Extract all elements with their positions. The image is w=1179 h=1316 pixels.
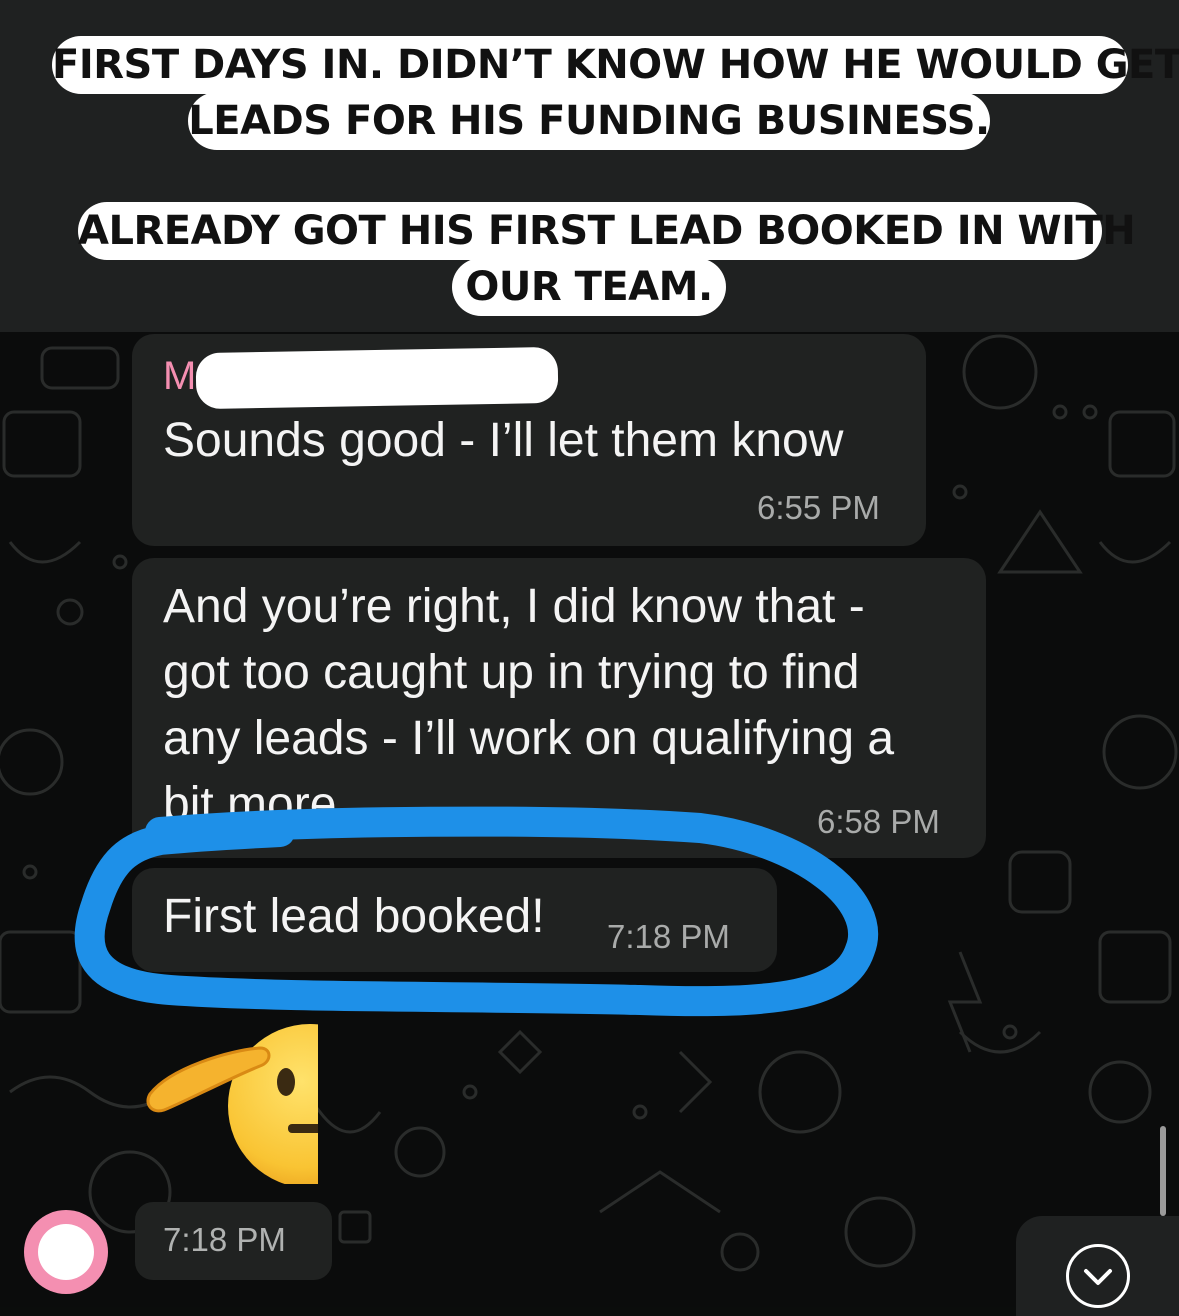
message-time-1: 6:55 PM bbox=[757, 489, 880, 526]
avatar-redacted bbox=[38, 1224, 94, 1280]
scrollbar[interactable] bbox=[1160, 1126, 1166, 1216]
saluting-face-emoji[interactable] bbox=[140, 1018, 320, 1184]
message-text-1: Sounds good - I’ll let them know bbox=[163, 414, 844, 467]
redacted-name bbox=[195, 346, 559, 410]
sender-name[interactable]: M bbox=[163, 352, 196, 400]
scroll-to-bottom-button[interactable] bbox=[1016, 1216, 1179, 1316]
caption-line-4: OUR TEAM. bbox=[452, 258, 726, 316]
caption-line-2: LEADS FOR HIS FUNDING BUSINESS. bbox=[188, 92, 990, 150]
avatar[interactable] bbox=[24, 1210, 108, 1294]
message-text-3: First lead booked! bbox=[163, 890, 545, 943]
message-time-2: 6:58 PM bbox=[817, 803, 940, 840]
caption-line-1: FIRST DAYS IN. DIDN’T KNOW HOW HE WOULD … bbox=[52, 36, 1179, 94]
message-time-3: 7:18 PM bbox=[607, 918, 730, 955]
caption-line-3: ALREADY GOT HIS FIRST LEAD BOOKED IN WIT… bbox=[78, 202, 1136, 260]
chevron-down-icon bbox=[1066, 1244, 1130, 1308]
emoji-message-time: 7:18 PM bbox=[163, 1221, 286, 1258]
message-text-2: And you’re right, I did know that - got … bbox=[163, 580, 895, 831]
